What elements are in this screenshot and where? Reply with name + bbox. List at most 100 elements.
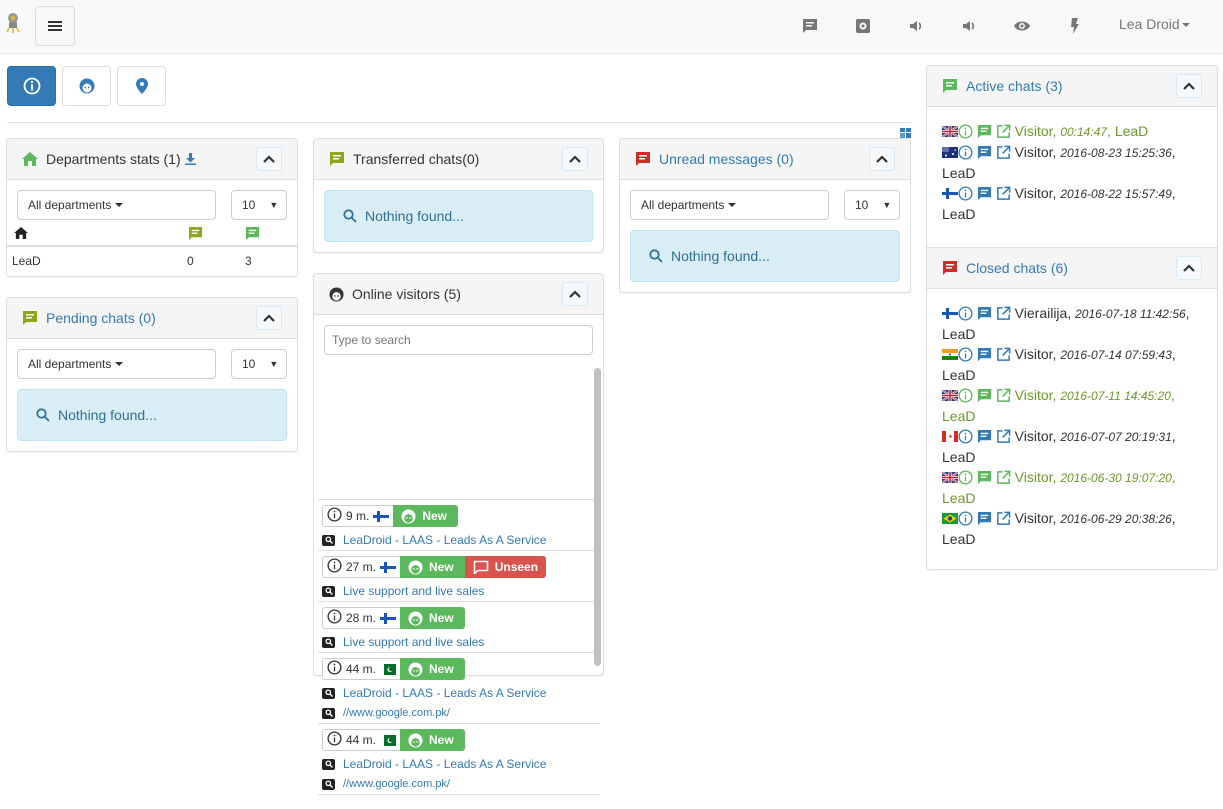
- unseen-badge[interactable]: Unseen: [464, 556, 547, 578]
- limit-select[interactable]: 10 ▼: [231, 190, 287, 220]
- chat-icon: [23, 311, 37, 325]
- map-marker-icon: [135, 78, 148, 94]
- new-visitor-badge[interactable]: New: [393, 505, 459, 527]
- search-icon: [649, 249, 663, 263]
- visitor-page-link[interactable]: Live support and live sales: [343, 635, 484, 649]
- flag-gb-icon: [942, 472, 958, 483]
- chat-icon[interactable]: [977, 428, 992, 444]
- department-select[interactable]: All departments: [630, 190, 829, 220]
- chevron-up-icon: [569, 155, 581, 163]
- sound-icon[interactable]: [904, 14, 928, 38]
- chat-operator: LeaD: [942, 165, 976, 181]
- visitor-page-link[interactable]: LeaDroid - LAAS - Leads As A Service: [343, 686, 546, 700]
- eye-icon[interactable]: [1010, 14, 1034, 38]
- limit-select[interactable]: 10 ▼: [231, 349, 287, 379]
- top-navbar: Lea Droid: [0, 0, 1223, 54]
- new-visitor-badge[interactable]: New: [400, 658, 465, 680]
- logo-icon[interactable]: [4, 11, 22, 35]
- visitor-page-link[interactable]: LeaDroid - LAAS - Leads As A Service: [343, 533, 546, 547]
- visitors-tab[interactable]: [62, 66, 111, 106]
- collapse-button[interactable]: [562, 282, 588, 306]
- department-select[interactable]: All departments: [17, 190, 216, 220]
- visitor-page-link[interactable]: //www.google.com.pk/: [343, 707, 450, 719]
- open-external-icon[interactable]: [996, 305, 1011, 321]
- visitor-info-button[interactable]: 44 m.: [322, 658, 401, 680]
- open-external-icon[interactable]: [996, 387, 1011, 403]
- limit-select[interactable]: 10 ▼: [844, 190, 900, 220]
- chat-link[interactable]: Visitor, 00:14:47, LeaD: [1015, 123, 1149, 139]
- collapse-button[interactable]: [562, 147, 588, 171]
- scrollbar[interactable]: [594, 366, 603, 669]
- panel-title[interactable]: Unread messages (0): [659, 151, 794, 167]
- visitor-info-button[interactable]: 28 m.: [322, 607, 401, 629]
- sound-icon-2[interactable]: [957, 14, 981, 38]
- visitor-time: 44 m.: [346, 662, 377, 676]
- open-external-icon[interactable]: [996, 123, 1011, 139]
- info-icon[interactable]: [958, 305, 973, 321]
- chat-icon[interactable]: [977, 387, 992, 403]
- chat-icon[interactable]: [977, 144, 992, 160]
- collapse-button[interactable]: [256, 306, 282, 330]
- chat-icon[interactable]: [977, 123, 992, 139]
- panel-title[interactable]: Closed chats (6): [966, 260, 1068, 276]
- chat-icon[interactable]: [977, 185, 992, 201]
- open-external-icon[interactable]: [996, 469, 1011, 485]
- panel-title[interactable]: Active chats (3): [966, 78, 1062, 94]
- chat-time: 2016-06-29 20:38:26: [1060, 512, 1172, 526]
- visitor-page-link[interactable]: LeaDroid - LAAS - Leads As A Service: [343, 757, 546, 771]
- bolt-icon[interactable]: [1063, 14, 1087, 38]
- face-icon: [408, 732, 423, 748]
- download-icon[interactable]: [184, 153, 196, 165]
- info-icon: [327, 558, 342, 576]
- info-icon[interactable]: [958, 387, 973, 403]
- info-icon[interactable]: [958, 346, 973, 362]
- map-tab[interactable]: [117, 66, 166, 106]
- new-visitor-badge[interactable]: New: [400, 556, 465, 578]
- visitor-page-link[interactable]: Live support and live sales: [343, 584, 484, 598]
- user-name: Lea Droid: [1119, 16, 1180, 32]
- open-external-icon[interactable]: [996, 510, 1011, 526]
- chat-icon[interactable]: [977, 469, 992, 485]
- chat-icon[interactable]: [977, 510, 992, 526]
- face-icon: [401, 508, 416, 524]
- collapse-button[interactable]: [869, 147, 895, 171]
- face-icon: [408, 559, 423, 575]
- panel-title[interactable]: Pending chats (0): [46, 310, 156, 326]
- empty-state: Nothing found...: [17, 389, 287, 441]
- info-icon[interactable]: [958, 469, 973, 485]
- visitor-page-link[interactable]: //www.google.com.pk/: [343, 778, 450, 790]
- open-external-icon[interactable]: [996, 144, 1011, 160]
- user-menu-dropdown[interactable]: Lea Droid: [1119, 16, 1190, 32]
- chat-icon[interactable]: [977, 346, 992, 362]
- new-visitor-badge[interactable]: New: [400, 729, 465, 751]
- visitor-info-button[interactable]: 27 m.: [322, 556, 401, 578]
- info-icon[interactable]: [958, 144, 973, 160]
- settings-icon[interactable]: [851, 14, 875, 38]
- flag-pk-icon: [380, 663, 397, 675]
- collapse-button[interactable]: [1176, 74, 1202, 98]
- visitor-search-input[interactable]: [324, 325, 593, 355]
- info-icon[interactable]: [958, 428, 973, 444]
- active-chats-list: Visitor, 00:14:47, LeaD Visitor, 2016-08…: [927, 107, 1217, 224]
- info-icon[interactable]: [958, 123, 973, 139]
- transferred-chats-panel: Transferred chats(0) Nothing found...: [313, 138, 604, 253]
- info-tab[interactable]: [7, 66, 56, 106]
- menu-toggle-button[interactable]: [35, 6, 75, 46]
- open-external-icon[interactable]: [996, 346, 1011, 362]
- collapse-button[interactable]: [256, 147, 282, 171]
- new-visitor-badge[interactable]: New: [400, 607, 465, 629]
- chat-icon[interactable]: [798, 14, 822, 38]
- chat-icon: [943, 261, 957, 275]
- visitor-info-button[interactable]: 9 m.: [322, 505, 394, 527]
- info-icon[interactable]: [958, 510, 973, 526]
- department-select[interactable]: All departments: [17, 349, 216, 379]
- open-external-icon[interactable]: [996, 428, 1011, 444]
- table-row: LeaD 0 3: [12, 254, 252, 268]
- info-icon[interactable]: [958, 185, 973, 201]
- layout-settings-icon[interactable]: [900, 126, 911, 138]
- collapse-button[interactable]: [1176, 256, 1202, 280]
- open-external-icon[interactable]: [996, 185, 1011, 201]
- visitor-info-button[interactable]: 44 m.: [322, 729, 401, 751]
- chat-icon[interactable]: [977, 305, 992, 321]
- flag-fi-icon: [373, 510, 390, 522]
